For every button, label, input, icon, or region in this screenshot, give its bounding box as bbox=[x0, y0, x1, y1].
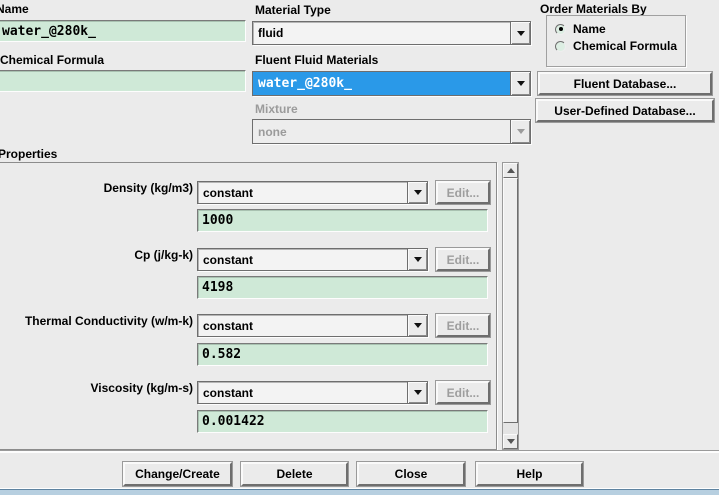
cp-edit-button: Edit... bbox=[435, 247, 491, 272]
user-defined-database-button[interactable]: User-Defined Database... bbox=[535, 98, 715, 123]
create-edit-materials-dialog: Name Chemical Formula Material Type flui… bbox=[0, 0, 719, 495]
order-materials-by-label: Order Materials By bbox=[540, 2, 647, 16]
delete-button[interactable]: Delete bbox=[240, 461, 349, 487]
properties-label: Properties bbox=[0, 147, 58, 161]
window-edge-strip bbox=[0, 489, 719, 495]
name-label: Name bbox=[0, 2, 29, 16]
chevron-down-icon[interactable] bbox=[407, 315, 427, 336]
bottom-separator bbox=[0, 450, 719, 453]
property-name-viscosity: Viscosity (kg/m-s) bbox=[90, 381, 193, 395]
cp-method-select[interactable]: constant bbox=[197, 248, 428, 271]
fluent-fluid-materials-label: Fluent Fluid Materials bbox=[255, 53, 379, 67]
radio-selected-icon[interactable] bbox=[555, 23, 566, 35]
chemical-formula-input[interactable] bbox=[0, 70, 246, 92]
thermal-conductivity-value-input[interactable] bbox=[197, 343, 488, 366]
edit-button-label: Edit... bbox=[446, 385, 480, 400]
delete-button-label: Delete bbox=[276, 467, 313, 481]
radio-label: Name bbox=[573, 22, 606, 36]
material-type-value: fluid bbox=[258, 26, 284, 40]
radio-label: Chemical Formula bbox=[573, 39, 678, 53]
fluent-database-button-label: Fluent Database... bbox=[573, 76, 677, 91]
thermal-conductivity-method-select[interactable]: constant bbox=[197, 314, 428, 337]
mixture-label: Mixture bbox=[255, 102, 298, 116]
change-create-button-label: Change/Create bbox=[135, 467, 220, 481]
material-type-label: Material Type bbox=[255, 3, 331, 17]
fluent-database-button[interactable]: Fluent Database... bbox=[537, 71, 713, 96]
density-method-select[interactable]: constant bbox=[197, 181, 428, 204]
chevron-down-icon bbox=[510, 120, 530, 143]
thermal-conductivity-edit-button: Edit... bbox=[435, 313, 491, 338]
property-name-cp: Cp (j/kg-k) bbox=[134, 248, 193, 262]
viscosity-method-select[interactable]: constant bbox=[197, 381, 428, 404]
chevron-down-icon bbox=[506, 439, 515, 444]
close-button[interactable]: Close bbox=[356, 461, 466, 487]
cp-value-input[interactable] bbox=[197, 276, 488, 299]
property-name-density: Density (kg/m3) bbox=[103, 181, 193, 195]
fluent-fluid-materials-select[interactable]: water_@280k_ bbox=[252, 71, 531, 96]
edit-button-label: Edit... bbox=[446, 185, 480, 200]
cp-method-value: constant bbox=[203, 252, 254, 267]
material-type-select[interactable]: fluid bbox=[252, 21, 531, 45]
change-create-button[interactable]: Change/Create bbox=[122, 461, 233, 487]
chemical-formula-label: Chemical Formula bbox=[0, 53, 105, 67]
properties-scrollbar[interactable] bbox=[502, 162, 519, 450]
mixture-value: none bbox=[253, 120, 510, 143]
edit-button-label: Edit... bbox=[446, 318, 480, 333]
density-value-input[interactable] bbox=[197, 209, 488, 232]
fluent-fluid-materials-value: water_@280k_ bbox=[253, 72, 510, 95]
viscosity-value-input[interactable] bbox=[197, 410, 488, 433]
radio-unselected-icon[interactable] bbox=[555, 40, 566, 52]
help-button-label: Help bbox=[516, 467, 543, 481]
radio-order-by-chemical-formula[interactable]: Chemical Formula bbox=[555, 39, 677, 53]
density-method-value: constant bbox=[203, 185, 254, 200]
property-name-thermal-conductivity: Thermal Conductivity (w/m-k) bbox=[24, 314, 193, 328]
properties-panel bbox=[0, 162, 497, 450]
edit-button-label: Edit... bbox=[446, 252, 480, 267]
chevron-down-icon[interactable] bbox=[407, 182, 427, 203]
order-materials-by-group: Name Chemical Formula bbox=[546, 15, 686, 67]
help-button[interactable]: Help bbox=[475, 461, 584, 487]
chevron-up-icon bbox=[506, 168, 515, 173]
chevron-down-icon[interactable] bbox=[407, 382, 427, 403]
chevron-down-icon[interactable] bbox=[510, 22, 530, 44]
user-defined-database-button-label: User-Defined Database... bbox=[554, 103, 696, 118]
viscosity-edit-button: Edit... bbox=[435, 380, 491, 405]
chevron-down-icon[interactable] bbox=[510, 72, 530, 95]
mixture-select: none bbox=[252, 119, 531, 144]
viscosity-method-value: constant bbox=[203, 385, 254, 400]
close-button-label: Close bbox=[394, 467, 428, 481]
radio-order-by-name[interactable]: Name bbox=[555, 22, 606, 36]
chevron-down-icon[interactable] bbox=[407, 249, 427, 270]
density-edit-button: Edit... bbox=[435, 180, 491, 205]
scrollbar-thumb[interactable] bbox=[503, 178, 518, 423]
thermal-conductivity-method-value: constant bbox=[203, 318, 254, 333]
scroll-down-button[interactable] bbox=[503, 434, 518, 449]
scroll-up-button[interactable] bbox=[503, 163, 518, 178]
name-input[interactable] bbox=[0, 20, 246, 42]
